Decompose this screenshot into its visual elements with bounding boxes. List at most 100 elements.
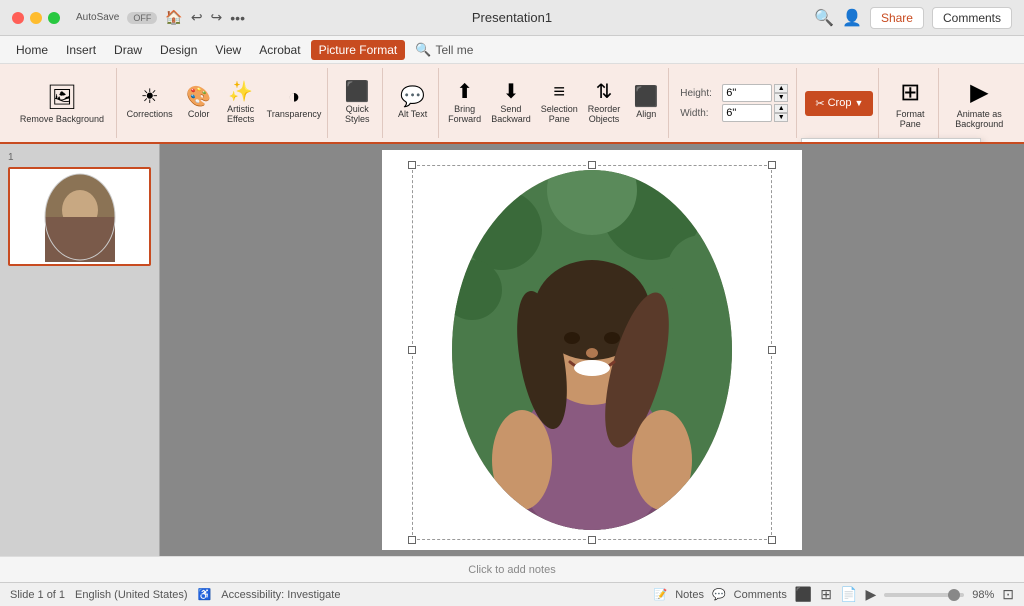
animate-background-button[interactable]: ▶ Animate asBackground xyxy=(947,73,1011,133)
menu-bar: Home Insert Draw Design View Acrobat Pic… xyxy=(0,36,1024,64)
arrange-row: ⬆ BringForward ⬇ SendBackward ≡ Selectio… xyxy=(444,70,666,136)
ribbon-group-styles: ⬛ QuickStyles xyxy=(332,68,383,138)
menu-view[interactable]: View xyxy=(207,40,249,60)
crop-label: Crop xyxy=(828,97,852,109)
menu-acrobat[interactable]: Acrobat xyxy=(251,40,308,60)
crop-dropdown-arrow[interactable]: ▼ xyxy=(854,98,863,108)
ribbon-group-arrange: ⬆ BringForward ⬇ SendBackward ≡ Selectio… xyxy=(443,68,669,138)
artistic-effects-button[interactable]: ✨ ArtisticEffects xyxy=(221,80,261,126)
title-bar: AutoSave OFF 🏠 ↩ ↪ ••• Presentation1 🔍 👤… xyxy=(0,0,1024,36)
accessibility-info[interactable]: Accessibility: Investigate xyxy=(221,589,340,601)
slide-thumb-inner xyxy=(10,169,150,264)
height-spinner: ▲ ▼ xyxy=(774,84,788,102)
slide-canvas xyxy=(382,150,802,550)
minimize-button[interactable] xyxy=(30,12,42,24)
zoom-slider[interactable] xyxy=(884,593,964,597)
align-button[interactable]: ⬛ Align xyxy=(626,85,666,121)
adjust-row: ☀ Corrections 🎨 Color ✨ ArtisticEffects … xyxy=(123,70,326,136)
status-bar: Slide 1 of 1 English (United States) ♿ A… xyxy=(0,582,1024,606)
thumb-image xyxy=(40,172,120,262)
corrections-button[interactable]: ☀ Corrections xyxy=(123,85,177,121)
maximize-button[interactable] xyxy=(48,12,60,24)
language-info: English (United States) xyxy=(75,589,188,601)
view-presentation-icon[interactable]: ▶ xyxy=(865,586,876,603)
comments-button[interactable]: Comments xyxy=(932,7,1012,29)
close-button[interactable] xyxy=(12,12,24,24)
notes-icon[interactable]: 📝 xyxy=(654,588,668,601)
menu-draw[interactable]: Draw xyxy=(106,40,150,60)
height-label: Height: xyxy=(680,88,720,99)
crop-icon: ✂ xyxy=(815,97,824,110)
width-spin-up[interactable]: ▲ xyxy=(774,104,788,113)
height-input[interactable] xyxy=(722,84,772,102)
format-pane-button[interactable]: ⊞ FormatPane xyxy=(888,73,933,133)
handle-top-right[interactable] xyxy=(768,161,776,169)
reorder-objects-button[interactable]: ⇅ ReorderObjects xyxy=(584,80,625,126)
height-spin-down[interactable]: ▼ xyxy=(774,93,788,102)
fit-slide-icon[interactable]: ⊡ xyxy=(1002,586,1014,603)
height-spin-up[interactable]: ▲ xyxy=(774,84,788,93)
animate-background-label: Animate asBackground xyxy=(955,109,1003,129)
traffic-lights xyxy=(12,12,60,24)
share-button[interactable]: Share xyxy=(870,7,924,29)
handle-bottom-right[interactable] xyxy=(768,536,776,544)
alt-text-button[interactable]: 💬 Alt Text xyxy=(393,85,433,121)
bring-forward-button[interactable]: ⬆ BringForward xyxy=(444,80,485,126)
menu-design[interactable]: Design xyxy=(152,40,205,60)
handle-bottom-center[interactable] xyxy=(588,536,596,544)
animate-background-icon: ▶ xyxy=(970,78,988,107)
transparency-button[interactable]: ◑ Transparency xyxy=(263,85,326,121)
view-slide-sorter-icon[interactable]: ⊞ xyxy=(820,586,832,603)
handle-bottom-left[interactable] xyxy=(408,536,416,544)
more-tools-icon[interactable]: ••• xyxy=(230,10,245,26)
home-icon[interactable]: 🏠 xyxy=(165,9,182,26)
width-spinner: ▲ ▼ xyxy=(774,104,788,122)
undo-icon[interactable]: ↩ xyxy=(191,9,203,26)
canvas-area xyxy=(160,144,1024,556)
ribbon-group-pane: ⊞ FormatPane xyxy=(883,68,939,138)
autosave-toggle[interactable]: OFF xyxy=(127,12,157,24)
zoom-level[interactable]: 98% xyxy=(972,589,994,601)
zoom-thumb xyxy=(948,589,960,601)
menu-insert[interactable]: Insert xyxy=(58,40,104,60)
quick-styles-button[interactable]: ⬛ QuickStyles xyxy=(337,80,377,126)
send-backward-button[interactable]: ⬇ SendBackward xyxy=(487,80,535,126)
ribbon-group-size: Height: ▲ ▼ Width: ▲ ▼ xyxy=(673,68,797,138)
remove-background-button[interactable]: 🖼 Remove Background xyxy=(12,73,112,133)
view-reading-icon[interactable]: 📄 xyxy=(840,586,857,603)
width-spin-down[interactable]: ▼ xyxy=(774,113,788,122)
handle-top-center[interactable] xyxy=(588,161,596,169)
slide-number: 1 xyxy=(8,152,151,163)
view-normal-icon[interactable]: ⬛ xyxy=(795,586,812,603)
ribbon-group-crop: ✂ Crop ▼ ✂ Crop ⬡ Crop to Shape ▶ ▣ xyxy=(801,68,879,138)
width-label: Width: xyxy=(680,108,720,119)
search-icon[interactable]: 🔍 xyxy=(814,8,834,28)
handle-middle-right[interactable] xyxy=(768,346,776,354)
canvas-image-oval xyxy=(452,170,732,530)
status-right: 📝 Notes 💬 Comments ⬛ ⊞ 📄 ▶ 98% ⊡ xyxy=(654,586,1015,603)
ribbon-group-animate: ▶ Animate asBackground xyxy=(943,68,1016,138)
autosave-label: AutoSave xyxy=(76,12,119,23)
height-input-group: Height: ▲ ▼ Width: ▲ ▼ xyxy=(676,82,792,124)
comments-label[interactable]: Comments xyxy=(734,589,787,601)
slide-panel: 1 xyxy=(0,144,160,556)
notes-label[interactable]: Notes xyxy=(675,589,704,601)
crop-button[interactable]: ✂ Crop ▼ xyxy=(805,91,873,116)
menu-home[interactable]: Home xyxy=(8,40,56,60)
redo-icon[interactable]: ↪ xyxy=(211,9,223,26)
canvas-image-svg xyxy=(452,170,732,530)
slide-thumbnail[interactable] xyxy=(8,167,151,266)
account-icon[interactable]: 👤 xyxy=(842,8,862,28)
height-row: Height: ▲ ▼ xyxy=(680,84,788,102)
selection-pane-button[interactable]: ≡ SelectionPane xyxy=(537,80,582,126)
width-row: Width: ▲ ▼ xyxy=(680,104,788,122)
handle-middle-left[interactable] xyxy=(408,346,416,354)
color-button[interactable]: 🎨 Color xyxy=(179,85,219,121)
notes-bar[interactable]: Click to add notes xyxy=(0,556,1024,582)
comments-icon[interactable]: 💬 xyxy=(712,588,726,601)
handle-top-left[interactable] xyxy=(408,161,416,169)
width-input[interactable] xyxy=(722,104,772,122)
accessibility-icon: ♿ xyxy=(198,588,212,601)
menu-picture-format[interactable]: Picture Format xyxy=(311,40,406,60)
tell-me-input[interactable]: Tell me xyxy=(435,43,473,57)
